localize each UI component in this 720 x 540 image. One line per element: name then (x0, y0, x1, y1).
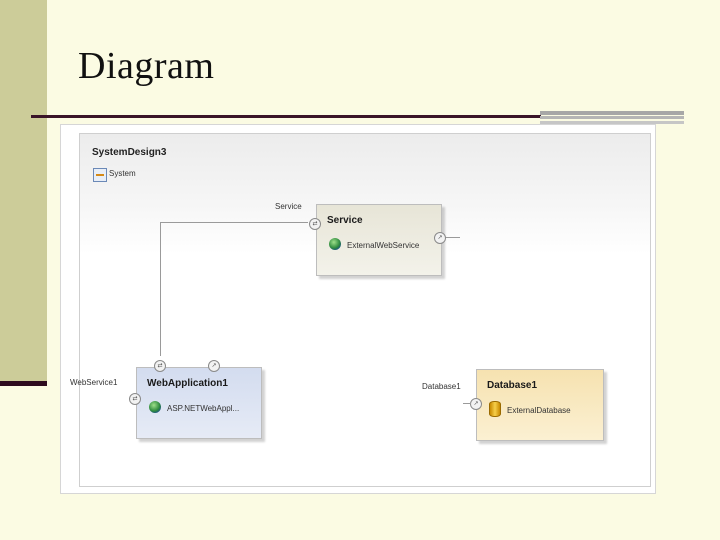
database-incoming-line (463, 403, 471, 404)
left-accent-bar (0, 381, 47, 386)
service-item: ExternalWebService (347, 241, 420, 250)
service-provider-port[interactable]: ⇄ (309, 218, 321, 230)
service-title: Service (327, 215, 363, 226)
system-icon (93, 168, 107, 182)
webapp-provider-port[interactable]: ⇄ (129, 393, 141, 405)
diagram-canvas: SystemDesign3 System Service Service Ext… (60, 124, 656, 494)
database-port[interactable]: ↗ (470, 398, 482, 410)
service-outgoing-line (446, 237, 460, 238)
webapp-service-port[interactable]: ⇄ (154, 360, 166, 372)
web-application-item: ASP.NETWebAppl... (167, 404, 240, 413)
web-service-icon (329, 238, 341, 250)
connector-vertical (160, 222, 161, 356)
slide-title: Diagram (78, 45, 215, 87)
title-rule (31, 115, 541, 118)
system-name: SystemDesign3 (92, 147, 167, 158)
service-consumer-port[interactable]: ↗ (434, 232, 446, 244)
left-decorative-band (0, 0, 47, 382)
webapp-db-port[interactable]: ↗ (208, 360, 220, 372)
database-item: ExternalDatabase (507, 406, 571, 415)
system-design-surface: SystemDesign3 System Service Service Ext… (70, 133, 651, 487)
database-title: Database1 (487, 380, 538, 391)
title-rule-accent-2 (540, 116, 684, 119)
service-box[interactable]: Service ExternalWebService (316, 204, 442, 276)
database-icon (489, 401, 501, 417)
connector-horizontal (160, 222, 308, 223)
title-rule-accent-1 (540, 111, 684, 115)
asp-net-icon (149, 401, 161, 413)
system-label: System (109, 169, 136, 178)
webapp-port-label: WebService1 (70, 378, 118, 387)
database-port-label: Database1 (422, 382, 461, 391)
web-application-box[interactable]: WebApplication1 ASP.NETWebAppl... (136, 367, 262, 439)
web-application-title: WebApplication1 (147, 378, 228, 389)
service-port-label: Service (275, 202, 302, 211)
database-box[interactable]: Database1 ExternalDatabase (476, 369, 604, 441)
